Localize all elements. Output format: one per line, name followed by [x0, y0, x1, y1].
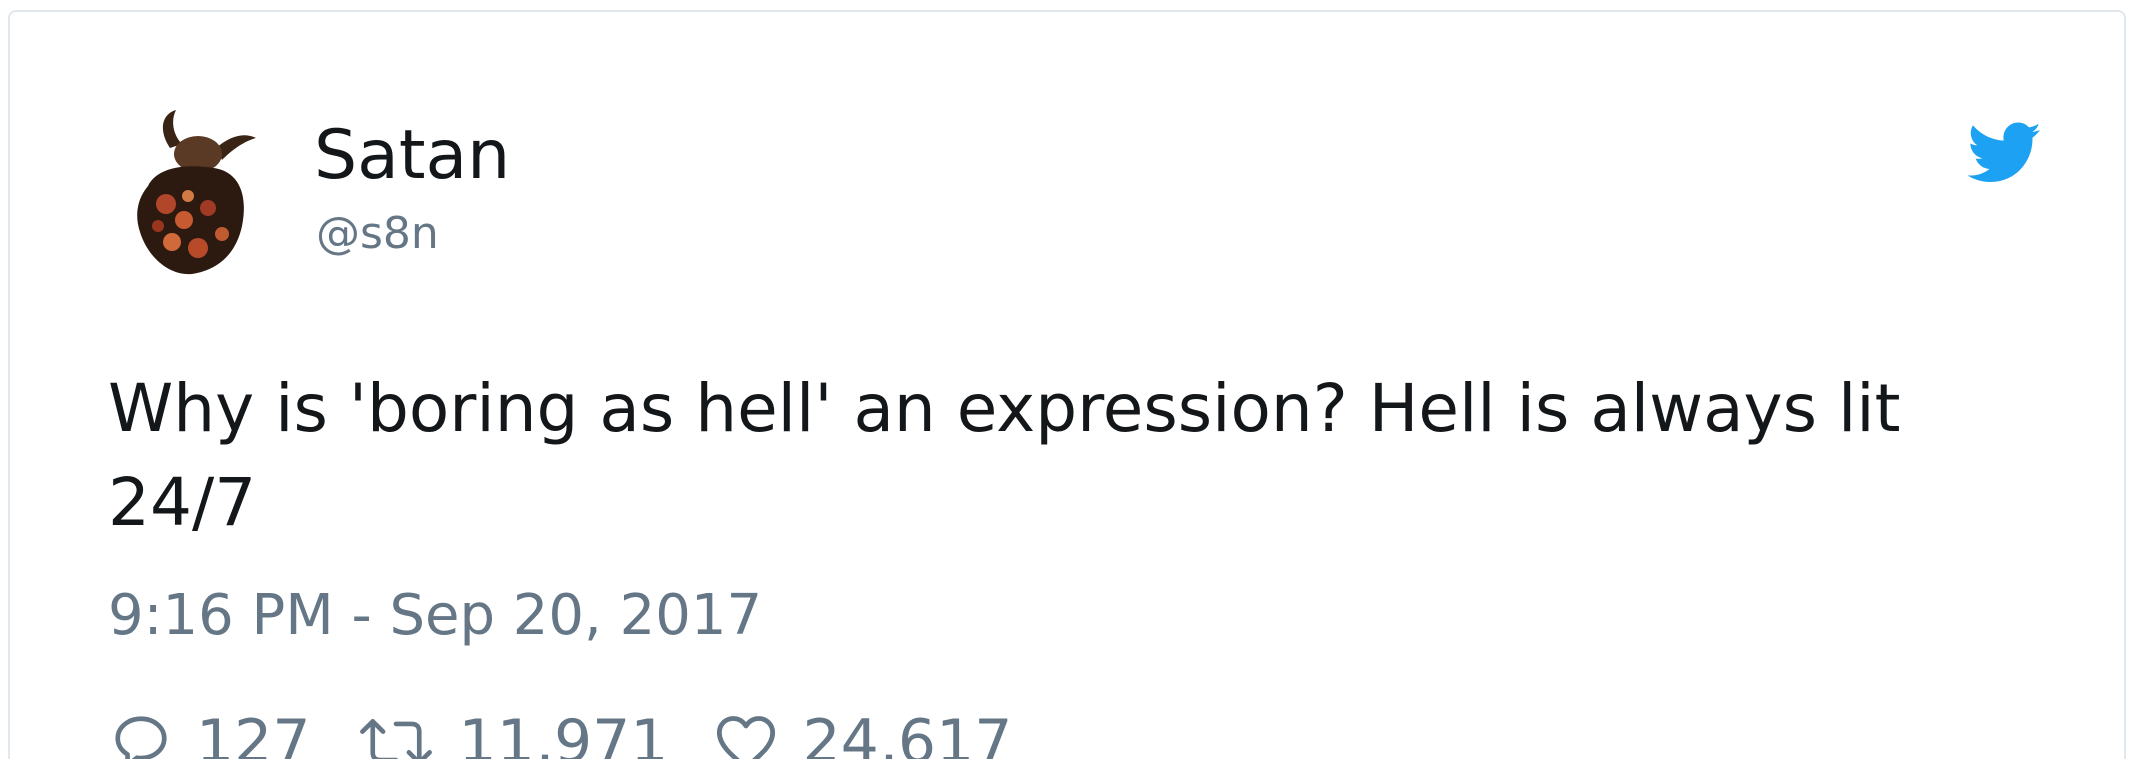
author-name[interactable]: Satan: [314, 116, 510, 196]
reply-icon: [115, 716, 167, 759]
reply-button[interactable]: 127: [110, 707, 311, 759]
tweet-actions: 127 11,971 24,617: [110, 702, 1058, 759]
like-button[interactable]: 24,617: [714, 707, 1012, 759]
tweet-timestamp[interactable]: 9:16 PM - Sep 20, 2017: [108, 580, 762, 652]
tweet-card: Satan @s8n Why is 'boring as hell' an ex…: [8, 10, 2126, 759]
twitter-bird-icon[interactable]: [1968, 122, 2042, 184]
retweet-count: 11,971: [458, 707, 669, 759]
avatar[interactable]: [118, 108, 268, 278]
author-handle[interactable]: @s8n: [316, 206, 439, 262]
heart-icon: [717, 716, 776, 759]
reply-count: 127: [196, 707, 311, 759]
like-count: 24,617: [802, 707, 1013, 759]
retweet-button[interactable]: 11,971: [357, 707, 669, 759]
tweet-text: Why is 'boring as hell' an expression? H…: [108, 370, 1901, 541]
retweet-icon: [359, 719, 432, 759]
